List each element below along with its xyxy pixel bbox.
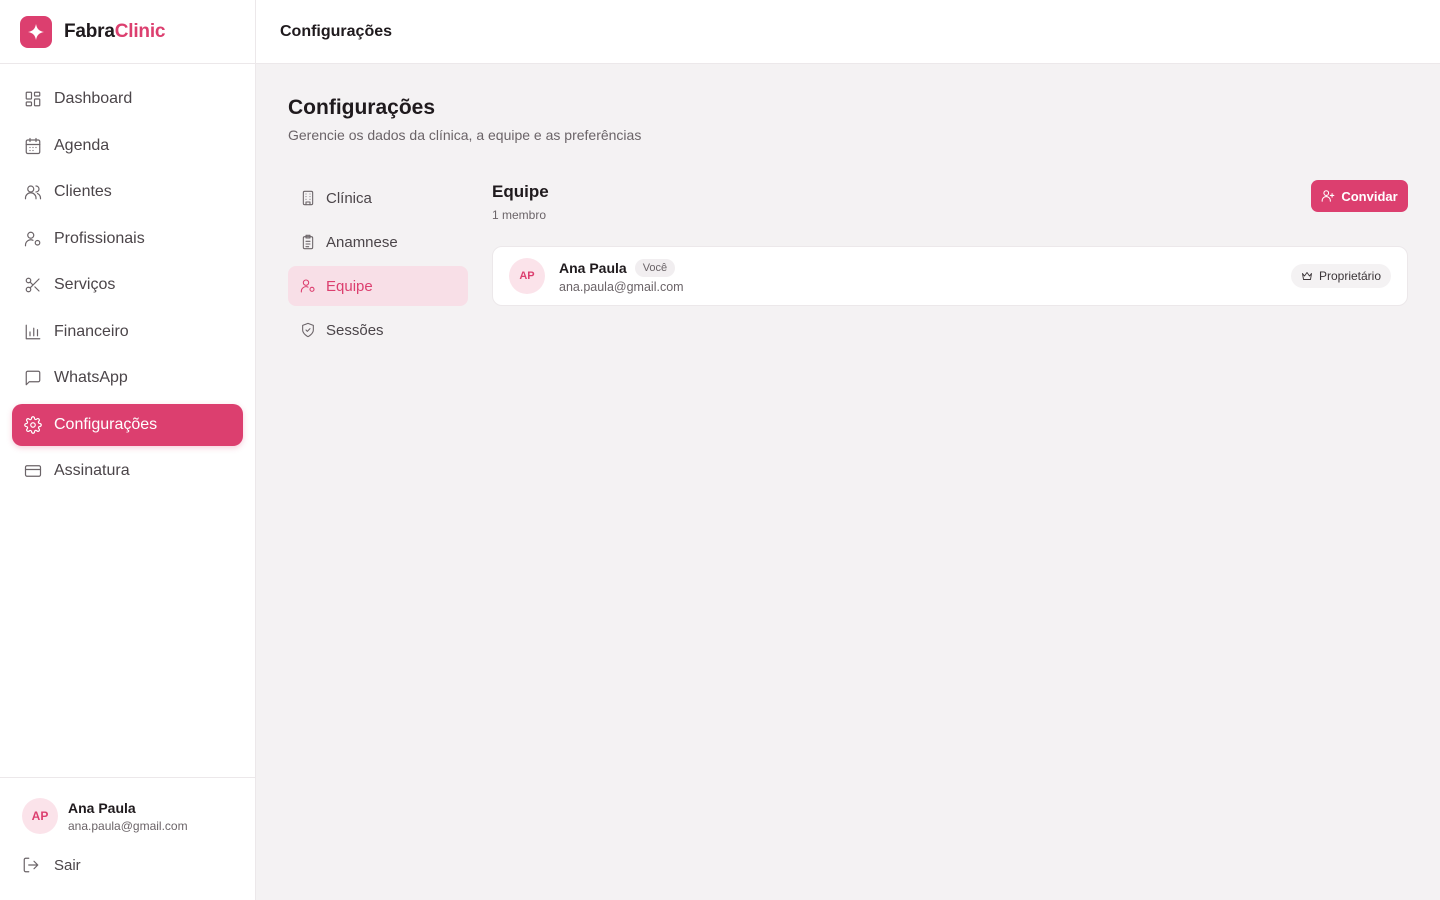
you-badge: Você bbox=[634, 258, 676, 277]
crown-icon bbox=[1302, 272, 1312, 280]
clipboard-icon bbox=[302, 234, 314, 250]
sidebar-item-whatsapp[interactable]: WhatsApp bbox=[12, 357, 243, 399]
role-label: Proprietário bbox=[1318, 269, 1381, 283]
settings-tab-equipe[interactable]: Equipe bbox=[288, 266, 468, 306]
settings-tab-anamnese[interactable]: Anamnese bbox=[288, 222, 468, 262]
logo-icon bbox=[20, 15, 52, 48]
member-row[interactable]: AP Ana Paula Você ana.paula@gmail.com Pr… bbox=[492, 246, 1408, 306]
brand-name-part1: Fabra bbox=[64, 20, 115, 42]
user-info: Ana Paula ana.paula@gmail.com bbox=[68, 800, 188, 833]
sidebar-item-assinatura[interactable]: Assinatura bbox=[12, 450, 243, 492]
sidebar-item-agenda[interactable]: Agenda bbox=[12, 125, 243, 167]
sidebar-item-label: Clientes bbox=[54, 183, 112, 200]
avatar: AP bbox=[509, 258, 545, 294]
sidebar-item-label: Configurações bbox=[54, 415, 158, 433]
sidebar: FabraClinic Dashboard Agenda Clientes Pr… bbox=[0, 0, 256, 900]
sidebar-item-label: Profissionais bbox=[54, 229, 145, 247]
logout-button[interactable]: Sair bbox=[22, 856, 255, 874]
avatar: AP bbox=[22, 798, 58, 834]
sidebar-nav: Dashboard Agenda Clientes Profissionais … bbox=[12, 78, 243, 497]
shield-icon bbox=[302, 322, 314, 338]
sidebar-item-clientes[interactable]: Clientes bbox=[12, 171, 243, 213]
message-icon bbox=[24, 369, 42, 387]
team-section: Equipe 1 membro Convidar AP Ana Paula Vo… bbox=[492, 180, 1408, 306]
building-icon bbox=[302, 190, 314, 206]
user-name: Ana Paula bbox=[68, 799, 136, 816]
page-title: Configurações bbox=[288, 96, 436, 119]
brand-name: FabraClinic bbox=[64, 21, 165, 43]
sidebar-item-profissionais[interactable]: Profissionais bbox=[12, 218, 243, 260]
member-info: Ana Paula Você ana.paula@gmail.com bbox=[559, 258, 1291, 294]
sidebar-item-label: Financeiro bbox=[54, 322, 129, 340]
settings-nav: Clínica Anamnese Equipe Sessões bbox=[288, 178, 468, 354]
settings-tab-label: Anamnese bbox=[326, 233, 398, 251]
scissors-icon bbox=[24, 276, 42, 294]
settings-tab-label: Sessões bbox=[326, 321, 384, 339]
topbar-title: Configurações bbox=[280, 22, 393, 40]
sidebar-item-label: Serviços bbox=[54, 276, 116, 293]
dashboard-icon bbox=[24, 90, 42, 108]
gear-icon bbox=[24, 415, 42, 434]
topbar: Configurações bbox=[256, 0, 1440, 64]
sidebar-item-configuracoes[interactable]: Configurações bbox=[12, 403, 243, 446]
sidebar-item-label: Dashboard bbox=[54, 90, 133, 107]
team-header: Equipe 1 membro Convidar bbox=[492, 180, 1408, 246]
main-content: Configurações Gerencie os dados da clíni… bbox=[288, 96, 1408, 339]
sidebar-item-financeiro[interactable]: Financeiro bbox=[12, 311, 243, 353]
brand-name-part2: Clinic bbox=[114, 20, 166, 42]
user-cog-icon bbox=[24, 230, 42, 248]
sidebar-item-label: Agenda bbox=[54, 136, 110, 154]
user-profile[interactable]: AP Ana Paula ana.paula@gmail.com bbox=[22, 798, 255, 834]
user-plus-icon bbox=[1321, 190, 1335, 202]
settings-tab-sessoes[interactable]: Sessões bbox=[288, 310, 468, 350]
sidebar-item-dashboard[interactable]: Dashboard bbox=[12, 78, 243, 120]
user-email: ana.paula@gmail.com bbox=[68, 818, 188, 833]
calendar-icon bbox=[24, 137, 42, 155]
sidebar-item-label: Assinatura bbox=[54, 462, 130, 479]
sidebar-item-label: WhatsApp bbox=[54, 369, 128, 386]
section-title: Equipe bbox=[492, 182, 549, 201]
sidebar-item-servicos[interactable]: Serviços bbox=[12, 264, 243, 306]
member-email: ana.paula@gmail.com bbox=[559, 279, 684, 294]
settings-tab-label: Equipe bbox=[326, 277, 373, 295]
member-name: Ana Paula bbox=[559, 259, 627, 276]
member-count: 1 membro bbox=[492, 208, 547, 222]
bar-chart-icon bbox=[24, 323, 42, 341]
settings-tab-label: Clínica bbox=[326, 189, 372, 207]
logout-label: Sair bbox=[54, 856, 81, 874]
credit-card-icon bbox=[24, 462, 42, 480]
invite-label: Convidar bbox=[1341, 188, 1398, 204]
brand[interactable]: FabraClinic bbox=[0, 0, 255, 64]
invite-button[interactable]: Convidar bbox=[1311, 180, 1408, 212]
settings-tab-clinica[interactable]: Clínica bbox=[288, 178, 468, 218]
role-badge: Proprietário bbox=[1290, 264, 1391, 288]
logout-icon bbox=[23, 857, 39, 873]
page-subtitle: Gerencie os dados da clínica, a equipe e… bbox=[288, 127, 642, 143]
user-cog-icon bbox=[300, 279, 315, 293]
users-icon bbox=[24, 183, 42, 201]
sidebar-user: AP Ana Paula ana.paula@gmail.com Sair bbox=[0, 777, 255, 874]
